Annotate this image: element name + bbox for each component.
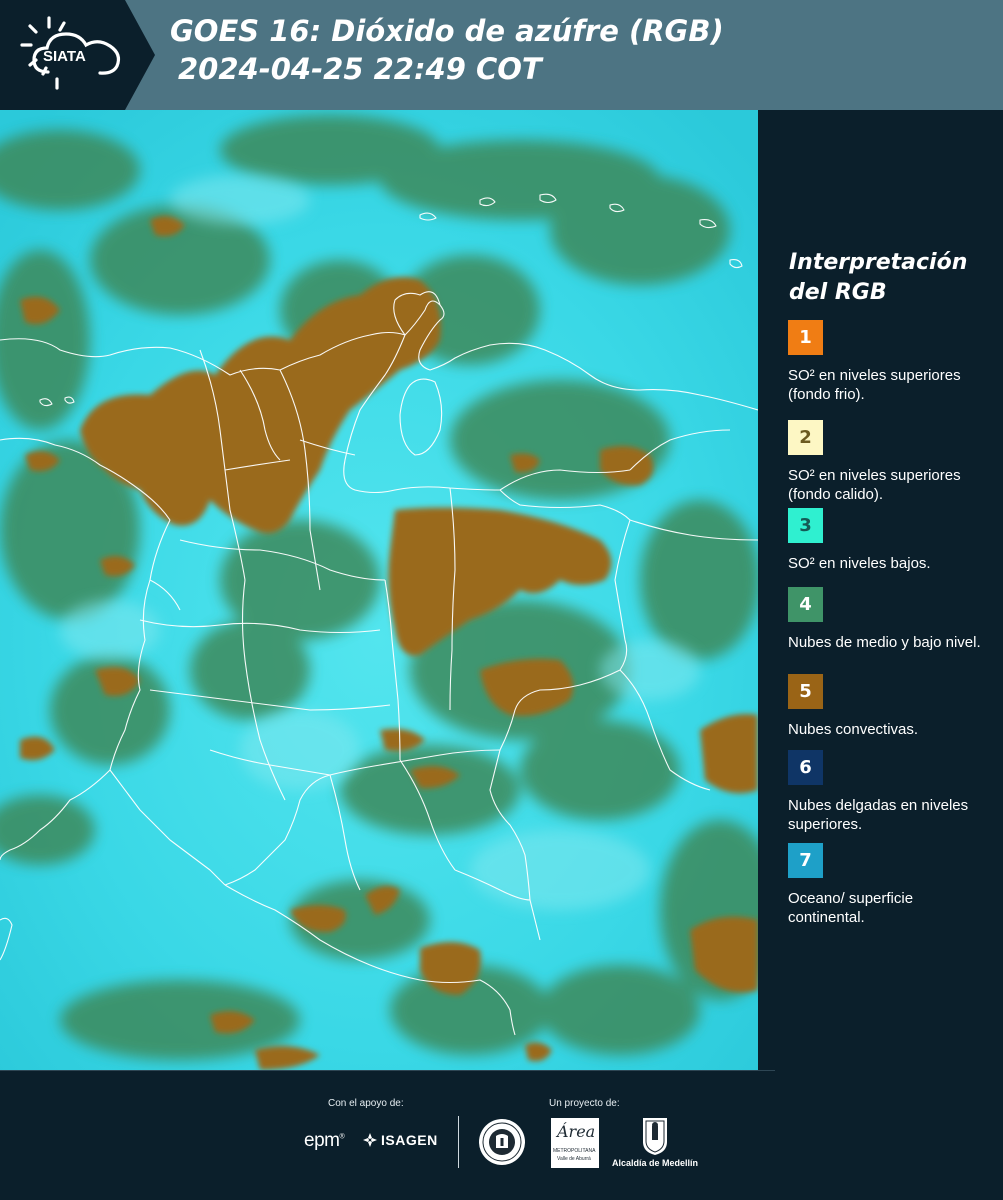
legend-item: 5 Nubes convectivas. bbox=[788, 674, 993, 739]
alcaldia-label: Alcaldía de Medellín bbox=[612, 1158, 699, 1168]
legend-title: Interpretación del RGB bbox=[789, 250, 968, 305]
title-timestamp: 2024-04-25 22:49 COT bbox=[178, 52, 542, 86]
legend-label: Nubes de medio y bajo nivel. bbox=[788, 634, 981, 651]
legend-swatch: 5 bbox=[788, 674, 823, 709]
legend-item: 1 SO² en niveles superiores (fondo frio). bbox=[788, 320, 993, 404]
legend-swatch: 6 bbox=[788, 750, 823, 785]
logo-divider bbox=[458, 1116, 459, 1168]
legend-item: 7 Oceano/ superficie continental. bbox=[788, 843, 993, 927]
legend-label: SO² en niveles bajos. bbox=[788, 555, 931, 572]
legend-swatch: 1 bbox=[788, 320, 823, 355]
rgb-legend: Interpretación del RGB 1 SO² en niveles s… bbox=[758, 110, 1003, 1070]
page-title: GOES 16: Dióxido de azúfre (RGB) 2024-04… bbox=[170, 12, 724, 88]
title-product: GOES 16: Dióxido de azúfre (RGB) bbox=[170, 14, 724, 48]
legend-item: 6 Nubes delgadas en niveles superiores. bbox=[788, 750, 993, 834]
alcaldia-crest-icon bbox=[643, 1118, 667, 1155]
legend-label: Oceano/ superficie continental. bbox=[788, 890, 914, 926]
support-label: Con el apoyo de: bbox=[328, 1098, 404, 1109]
legend-label: SO² en niveles superiores (fondo calido)… bbox=[788, 467, 961, 503]
legend-label: SO² en niveles superiores (fondo frio). bbox=[788, 367, 961, 403]
legend-item: 3 SO² en niveles bajos. bbox=[788, 508, 993, 573]
legend-item: 2 SO² en niveles superiores (fondo calido… bbox=[788, 420, 993, 504]
footer: Con el apoyo de: Un proyecto de: epm® IS… bbox=[0, 1070, 1003, 1200]
legend-swatch: 3 bbox=[788, 508, 823, 543]
legend-swatch: 7 bbox=[788, 843, 823, 878]
project-label: Un proyecto de: bbox=[549, 1098, 620, 1109]
legend-label: Nubes delgadas en niveles superiores. bbox=[788, 797, 969, 833]
area-metropolitana-logo: Área METROPOLITANA Valle de Aburrá bbox=[551, 1118, 599, 1168]
siata-logo-text: SIATA bbox=[43, 48, 86, 65]
satellite-map bbox=[0, 110, 758, 1070]
legend-swatch: 4 bbox=[788, 587, 823, 622]
header: SIATA GOES 16: Dióxido de azúfre (RGB) 2… bbox=[0, 0, 1003, 110]
siata-logo: SIATA bbox=[0, 0, 155, 110]
isagen-logo: ISAGEN bbox=[362, 1132, 438, 1148]
legend-label: Nubes convectivas. bbox=[788, 721, 919, 738]
legend-item: 4 Nubes de medio y bajo nivel. bbox=[788, 587, 993, 652]
epm-logo: epm® bbox=[304, 1130, 345, 1151]
footer-divider-line bbox=[0, 1070, 775, 1071]
legend-swatch: 2 bbox=[788, 420, 823, 455]
medellin-seal-icon bbox=[479, 1119, 525, 1165]
isagen-icon bbox=[363, 1133, 377, 1147]
